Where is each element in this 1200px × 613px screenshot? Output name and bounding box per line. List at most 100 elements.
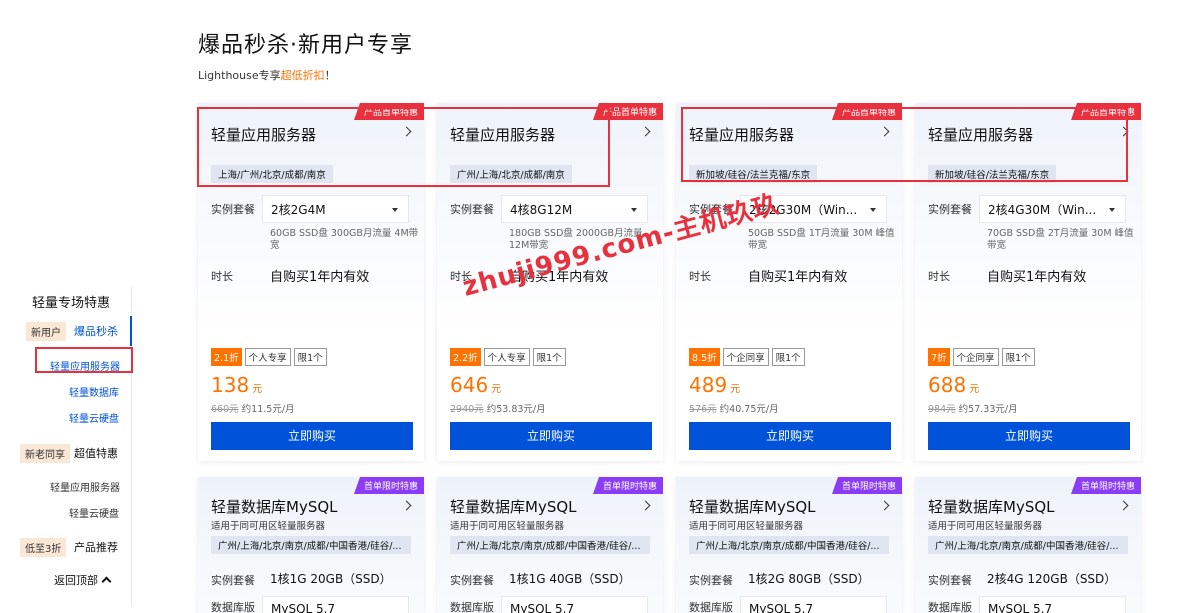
buy-now-button[interactable]: 立即购买 <box>928 422 1130 450</box>
sidebar-cat-special-offer[interactable]: 超值特惠 <box>74 445 118 461</box>
database-card[interactable]: 首单限时特惠 轻量数据库MySQL 适用于同可用区轻量服务器 广州/上海/北京/… <box>915 477 1141 613</box>
package-select[interactable]: 2核4G30M（Win... <box>979 195 1126 223</box>
discount-row: 7折 个企同享 限1个 <box>928 348 1038 366</box>
discount-badge: 7折 <box>928 348 950 366</box>
db-version-select[interactable]: MySQL 5.7 <box>979 596 1126 613</box>
region-tag: 广州/上海/北京/南京/成都/中国香港/硅谷/... <box>689 536 889 554</box>
card-desc: 适用于同可用区轻量服务器 <box>928 521 1043 532</box>
promo-badge: 首单限时特惠 <box>592 477 663 494</box>
limit-tag: 限1个 <box>532 348 566 366</box>
page: 爆品秒杀·新用户专享 Lighthouse专享超低折扣！ 轻量专场特惠 新用户 … <box>0 0 1200 613</box>
discount-row: 2.1折 个人专享 限1个 <box>211 348 330 366</box>
price: 489 元 <box>689 373 740 397</box>
price-value: 489 <box>689 373 728 397</box>
sidebar-active-indicator <box>130 316 132 346</box>
buy-now-button[interactable]: 立即购买 <box>211 422 413 450</box>
package-label: 实例套餐 <box>211 203 255 216</box>
card-title[interactable]: 轻量数据库MySQL <box>689 496 816 517</box>
discount-badge: 2.1折 <box>211 348 242 366</box>
original-price-value: 2940元 <box>450 404 484 415</box>
package-label: 实例套餐 <box>928 203 972 216</box>
card-title[interactable]: 轻量数据库MySQL <box>928 496 1055 517</box>
duration-value: 自购买1年内有效 <box>748 270 848 285</box>
region-tag: 广州/上海/北京/南京/成都/中国香港/硅谷/... <box>928 536 1128 554</box>
sidebar-tag-new-user: 新用户 <box>26 322 66 341</box>
package-label: 实例套餐 <box>211 574 255 587</box>
duration-label: 时长 <box>928 270 950 283</box>
db-version-select[interactable]: MySQL 5.7 <box>740 596 887 613</box>
chevron-right-icon[interactable] <box>640 126 651 137</box>
sidebar-cat-recommend[interactable]: 产品推荐 <box>74 539 118 555</box>
database-card[interactable]: 首单限时特惠 轻量数据库MySQL 适用于同可用区轻量服务器 广州/上海/北京/… <box>676 477 902 613</box>
sidebar: 轻量专场特惠 新用户 爆品秒杀 轻量应用服务器 轻量数据库 轻量云硬盘 新老同享… <box>14 286 133 606</box>
duration-label: 时长 <box>689 270 711 283</box>
card-title[interactable]: 轻量数据库MySQL <box>450 496 577 517</box>
database-card[interactable]: 首单限时特惠 轻量数据库MySQL 适用于同可用区轻量服务器 广州/上海/北京/… <box>198 477 424 613</box>
chevron-right-icon[interactable] <box>879 500 890 511</box>
sidebar-tag-all-users: 新老同享 <box>20 444 70 463</box>
user-tag: 个企同享 <box>952 348 999 366</box>
db-version-label: 数据库版 <box>689 601 733 613</box>
db-version-label: 数据库版 <box>211 601 255 613</box>
chevron-right-icon[interactable] <box>640 500 651 511</box>
page-title: 爆品秒杀·新用户专享 <box>198 33 413 58</box>
package-label: 实例套餐 <box>450 574 494 587</box>
region-tag: 广州/上海/北京/南京/成都/中国香港/硅谷/... <box>450 536 650 554</box>
promo-badge: 首单限时特惠 <box>831 477 902 494</box>
monthly-price: 约53.83元/月 <box>486 404 546 415</box>
card-title[interactable]: 轻量数据库MySQL <box>211 496 338 517</box>
package-select[interactable]: 2核2G4M <box>262 195 409 223</box>
duration-value: 自购买1年内有效 <box>270 270 370 285</box>
monthly-price: 约40.75元/月 <box>719 404 779 415</box>
user-tag: 个人专享 <box>244 348 291 366</box>
package-label: 实例套餐 <box>450 203 494 216</box>
sidebar-item-database[interactable]: 轻量数据库 <box>69 384 119 399</box>
chevron-right-icon[interactable] <box>1118 500 1129 511</box>
price: 688 元 <box>928 373 979 397</box>
chevron-right-icon[interactable] <box>401 500 412 511</box>
buy-now-button[interactable]: 立即购买 <box>689 422 891 450</box>
duration-value: 自购买1年内有效 <box>987 270 1087 285</box>
subtitle-suffix: ！ <box>324 69 336 82</box>
database-card[interactable]: 首单限时特惠 轻量数据库MySQL 适用于同可用区轻量服务器 广州/上海/北京/… <box>437 477 663 613</box>
package-value: 4核8G12M <box>510 203 573 217</box>
limit-tag: 限1个 <box>293 348 327 366</box>
package-label: 实例套餐 <box>928 574 972 587</box>
sidebar-cat-flash-sale[interactable]: 爆品秒杀 <box>74 323 118 339</box>
promo-badge: 首单限时特惠 <box>353 477 424 494</box>
db-version-select[interactable]: MySQL 5.7 <box>262 596 409 613</box>
subtitle-highlight: 超低折扣 <box>280 69 325 82</box>
sidebar-item-cloud-disk[interactable]: 轻量云硬盘 <box>69 410 119 425</box>
price-value: 646 <box>450 373 489 397</box>
subtitle-prefix: Lighthouse专享 <box>198 69 281 82</box>
discount-badge: 8.5折 <box>689 348 720 366</box>
price-value: 138 <box>211 373 250 397</box>
package-value: 1核1G 40GB（SSD） <box>509 572 631 586</box>
db-version-label: 数据库版 <box>928 601 972 613</box>
promo-badge: 首单限时特惠 <box>1070 477 1141 494</box>
spec-text: 50GB SSD盘 1T月流量 30M 峰值带宽 <box>748 228 895 251</box>
limit-tag: 限1个 <box>771 348 805 366</box>
back-to-top-button[interactable]: 返回顶部 <box>54 572 112 588</box>
duration-label: 时长 <box>211 270 233 283</box>
buy-now-button[interactable]: 立即购买 <box>450 422 652 450</box>
region-tag: 广州/上海/北京/南京/成都/中国香港/硅谷/... <box>211 536 411 554</box>
caret-down-icon <box>870 208 876 212</box>
package-value: 2核2G4M <box>271 203 326 217</box>
original-price: 984元 约57.33元/月 <box>928 401 1018 415</box>
spec-text: 60GB SSD盘 300GB月流量 4M带宽 <box>270 228 419 251</box>
sidebar-item-cloud-disk-2[interactable]: 轻量云硬盘 <box>69 505 119 520</box>
package-select[interactable]: 4核8G12M <box>501 195 648 223</box>
sidebar-title: 轻量专场特惠 <box>32 296 111 311</box>
price-unit: 元 <box>252 384 263 395</box>
back-to-top-label: 返回顶部 <box>54 574 98 587</box>
card-desc: 适用于同可用区轻量服务器 <box>450 521 565 532</box>
db-version-select[interactable]: MySQL 5.7 <box>501 596 648 613</box>
sidebar-item-lighthouse-2[interactable]: 轻量应用服务器 <box>50 479 120 494</box>
card-desc: 适用于同可用区轻量服务器 <box>211 521 326 532</box>
original-price: 2940元 约53.83元/月 <box>450 401 546 415</box>
original-price-value: 660元 <box>211 404 239 415</box>
package-value: 1核2G 80GB（SSD） <box>748 572 870 586</box>
price: 646 元 <box>450 373 501 397</box>
caret-down-icon <box>392 208 398 212</box>
